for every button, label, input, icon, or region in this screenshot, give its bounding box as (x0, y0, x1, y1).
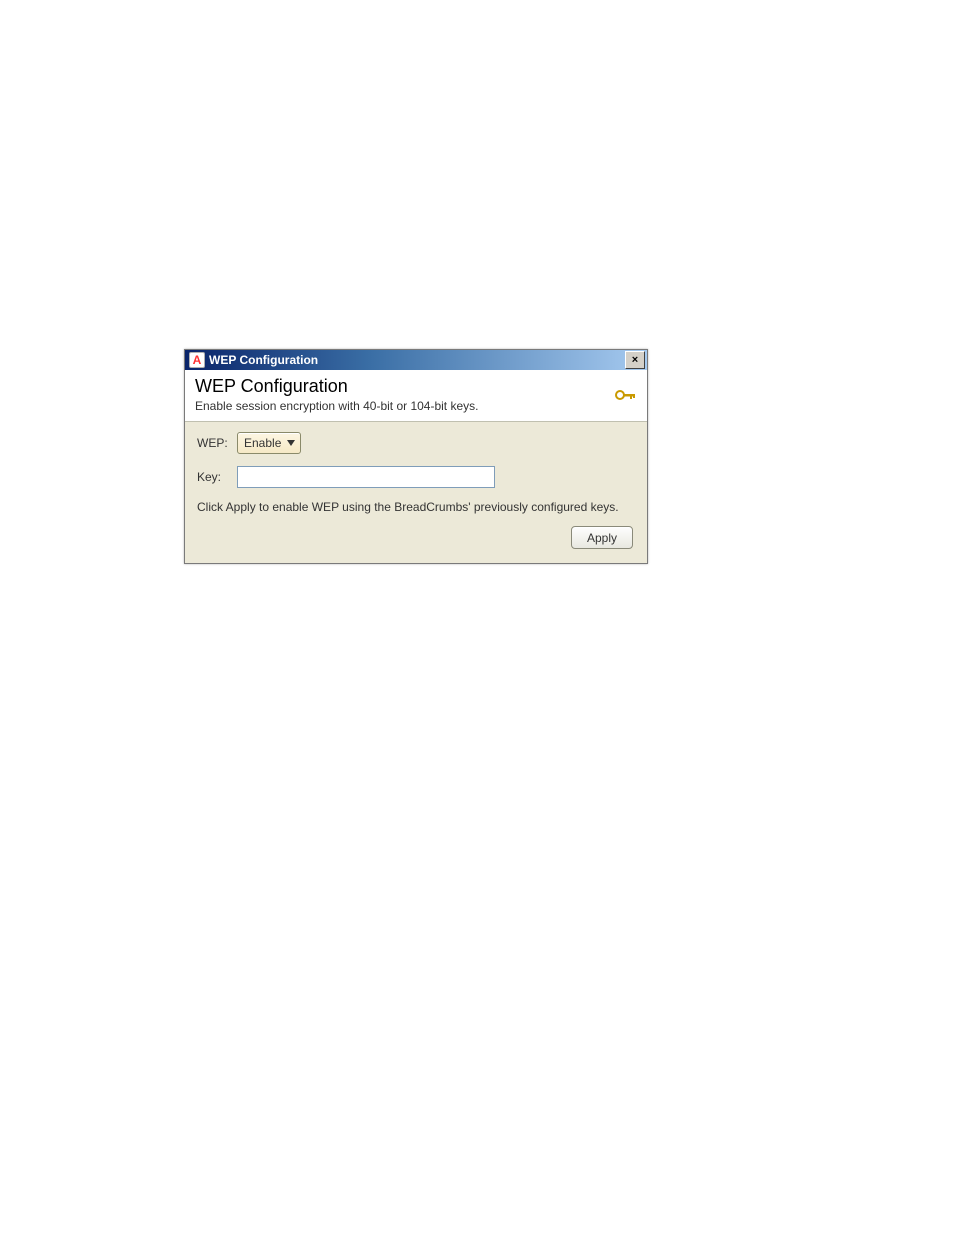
key-row: Key: (197, 466, 635, 488)
wep-row: WEP: Enable (197, 432, 635, 454)
help-text: Click Apply to enable WEP using the Brea… (197, 500, 635, 514)
wep-label: WEP: (197, 436, 237, 450)
chevron-down-icon (287, 440, 295, 446)
key-icon (615, 388, 637, 405)
close-button[interactable]: × (625, 351, 645, 369)
wep-configuration-dialog: A WEP Configuration × WEP Configuration … (184, 349, 648, 564)
header-panel: WEP Configuration Enable session encrypt… (185, 370, 647, 422)
window-title: WEP Configuration (209, 353, 625, 367)
titlebar: A WEP Configuration × (185, 350, 647, 370)
button-row: Apply (197, 526, 635, 553)
key-label: Key: (197, 470, 237, 484)
wep-select[interactable]: Enable (237, 432, 301, 454)
app-icon: A (189, 352, 205, 368)
page-subtitle: Enable session encryption with 40-bit or… (195, 399, 637, 413)
form-panel: WEP: Enable Key: Click Apply to enable W… (185, 422, 647, 563)
page-title: WEP Configuration (195, 376, 637, 397)
wep-select-value: Enable (244, 436, 281, 450)
key-input[interactable] (237, 466, 495, 488)
apply-button[interactable]: Apply (571, 526, 633, 549)
